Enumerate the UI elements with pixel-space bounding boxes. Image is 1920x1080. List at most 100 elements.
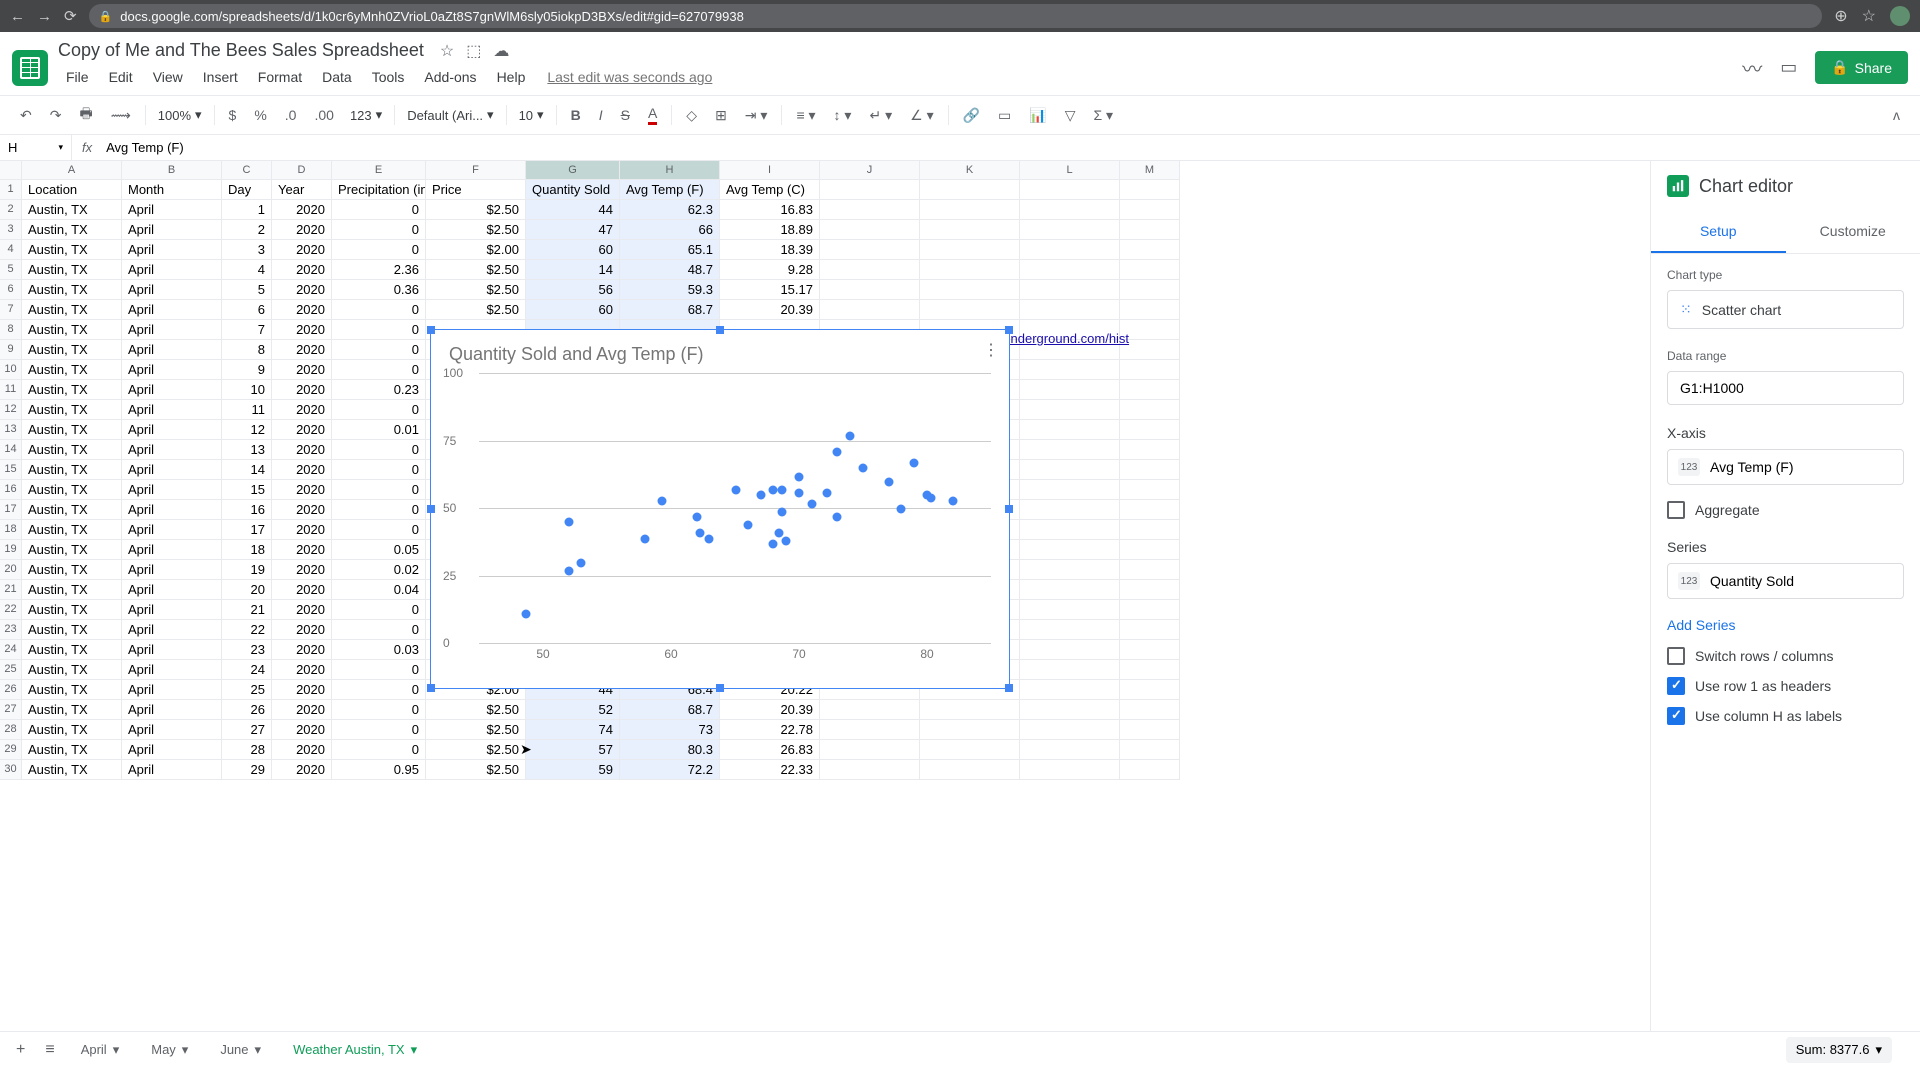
sheet-tab-april[interactable]: April ▾ bbox=[67, 1034, 134, 1066]
cell[interactable]: 2020 bbox=[272, 620, 332, 640]
cell[interactable] bbox=[1020, 420, 1120, 440]
cell[interactable]: 2020 bbox=[272, 740, 332, 760]
cell[interactable]: Austin, TX bbox=[22, 280, 122, 300]
row-header[interactable]: 7 bbox=[0, 300, 22, 320]
cell[interactable]: Austin, TX bbox=[22, 740, 122, 760]
cell[interactable] bbox=[920, 220, 1020, 240]
cell[interactable]: 0 bbox=[332, 360, 426, 380]
cell[interactable] bbox=[1120, 260, 1180, 280]
move-icon[interactable]: ⬚ bbox=[466, 41, 481, 61]
cell[interactable]: 18.89 bbox=[720, 220, 820, 240]
format-select[interactable]: 123 ▾ bbox=[344, 103, 388, 127]
cell[interactable] bbox=[920, 260, 1020, 280]
menu-format[interactable]: Format bbox=[250, 65, 310, 89]
cell[interactable]: 17 bbox=[222, 520, 272, 540]
cell[interactable]: $2.50 bbox=[426, 720, 526, 740]
cell[interactable]: 2020 bbox=[272, 360, 332, 380]
cell[interactable]: 2020 bbox=[272, 200, 332, 220]
cell[interactable]: Austin, TX bbox=[22, 220, 122, 240]
currency-button[interactable]: $ bbox=[221, 101, 245, 129]
cell[interactable]: 2020 bbox=[272, 680, 332, 700]
cell[interactable]: Avg Temp (C) bbox=[720, 180, 820, 200]
cell[interactable]: Precipitation (in) bbox=[332, 180, 426, 200]
cell[interactable]: 2020 bbox=[272, 440, 332, 460]
cell[interactable]: April bbox=[122, 420, 222, 440]
cell[interactable]: 0.23 bbox=[332, 380, 426, 400]
row-header[interactable]: 25 bbox=[0, 660, 22, 680]
back-icon[interactable]: ← bbox=[10, 8, 25, 25]
last-edit[interactable]: Last edit was seconds ago bbox=[547, 69, 712, 85]
cell[interactable]: Austin, TX bbox=[22, 580, 122, 600]
menu-help[interactable]: Help bbox=[489, 65, 534, 89]
cell[interactable]: Austin, TX bbox=[22, 320, 122, 340]
star-icon[interactable]: ☆ bbox=[1862, 6, 1876, 26]
cell[interactable] bbox=[1020, 740, 1120, 760]
cell[interactable]: Austin, TX bbox=[22, 700, 122, 720]
cell[interactable]: 0 bbox=[332, 600, 426, 620]
cell[interactable]: April bbox=[122, 440, 222, 460]
cell[interactable]: 14 bbox=[222, 460, 272, 480]
cell[interactable]: 2020 bbox=[272, 760, 332, 780]
menu-edit[interactable]: Edit bbox=[101, 65, 141, 89]
cell[interactable] bbox=[920, 200, 1020, 220]
cell[interactable]: 11 bbox=[222, 400, 272, 420]
cell[interactable]: 2020 bbox=[272, 320, 332, 340]
cell[interactable] bbox=[820, 220, 920, 240]
chart-type-select[interactable]: ⁙ Scatter chart bbox=[1667, 290, 1904, 329]
cell[interactable] bbox=[820, 740, 920, 760]
cell[interactable]: April bbox=[122, 580, 222, 600]
cell[interactable]: 0 bbox=[332, 200, 426, 220]
col-header[interactable]: J bbox=[820, 161, 920, 180]
row-header[interactable]: 6 bbox=[0, 280, 22, 300]
cell[interactable] bbox=[1120, 640, 1180, 660]
row-header[interactable]: 3 bbox=[0, 220, 22, 240]
cell[interactable]: April bbox=[122, 320, 222, 340]
merge-button[interactable]: ⇥ ▾ bbox=[737, 101, 776, 130]
cell[interactable] bbox=[1120, 720, 1180, 740]
cell[interactable] bbox=[1120, 540, 1180, 560]
cell[interactable]: April bbox=[122, 600, 222, 620]
cell[interactable] bbox=[1120, 580, 1180, 600]
cell[interactable] bbox=[1020, 760, 1120, 780]
cell[interactable]: 57 bbox=[526, 740, 620, 760]
wrap-button[interactable]: ↵ ▾ bbox=[861, 101, 900, 130]
labels-checkbox[interactable] bbox=[1667, 707, 1685, 725]
cell[interactable] bbox=[820, 240, 920, 260]
cell[interactable]: 2020 bbox=[272, 380, 332, 400]
cell[interactable]: April bbox=[122, 460, 222, 480]
cell[interactable] bbox=[1120, 240, 1180, 260]
cell[interactable]: Quantity Sold bbox=[526, 180, 620, 200]
cell[interactable]: 22.33 bbox=[720, 760, 820, 780]
paint-format-button[interactable]: ⟿ bbox=[103, 101, 139, 130]
formula-input[interactable]: Avg Temp (F) bbox=[102, 140, 1920, 155]
cell[interactable]: 0.03 bbox=[332, 640, 426, 660]
cell[interactable]: 0.02 bbox=[332, 560, 426, 580]
cell[interactable]: 2020 bbox=[272, 500, 332, 520]
cell[interactable] bbox=[1020, 260, 1120, 280]
cell[interactable]: 2020 bbox=[272, 240, 332, 260]
cell[interactable] bbox=[1020, 560, 1120, 580]
cell[interactable] bbox=[1020, 440, 1120, 460]
menu-addons[interactable]: Add-ons bbox=[416, 65, 484, 89]
cell[interactable]: Day bbox=[222, 180, 272, 200]
cell[interactable]: Month bbox=[122, 180, 222, 200]
cell[interactable]: April bbox=[122, 540, 222, 560]
fill-color-button[interactable]: ◇ bbox=[678, 101, 705, 130]
menu-file[interactable]: File bbox=[58, 65, 97, 89]
cell[interactable]: April bbox=[122, 340, 222, 360]
cell[interactable]: 2020 bbox=[272, 300, 332, 320]
cell[interactable]: April bbox=[122, 240, 222, 260]
cell[interactable]: 28 bbox=[222, 740, 272, 760]
row-header[interactable]: 28 bbox=[0, 720, 22, 740]
cell[interactable]: 20.39 bbox=[720, 300, 820, 320]
name-box[interactable]: H▾ bbox=[0, 135, 72, 160]
cell[interactable]: 2020 bbox=[272, 600, 332, 620]
cell[interactable]: 22.78 bbox=[720, 720, 820, 740]
cell[interactable]: April bbox=[122, 680, 222, 700]
chart-menu-icon[interactable]: ⋮ bbox=[983, 340, 999, 360]
url-bar[interactable]: 🔒 docs.google.com/spreadsheets/d/1k0cr6y… bbox=[89, 4, 1823, 28]
cell[interactable]: 2020 bbox=[272, 520, 332, 540]
cell[interactable] bbox=[1120, 460, 1180, 480]
cell[interactable]: 0 bbox=[332, 740, 426, 760]
comments-icon[interactable]: ▭ bbox=[1780, 57, 1797, 78]
